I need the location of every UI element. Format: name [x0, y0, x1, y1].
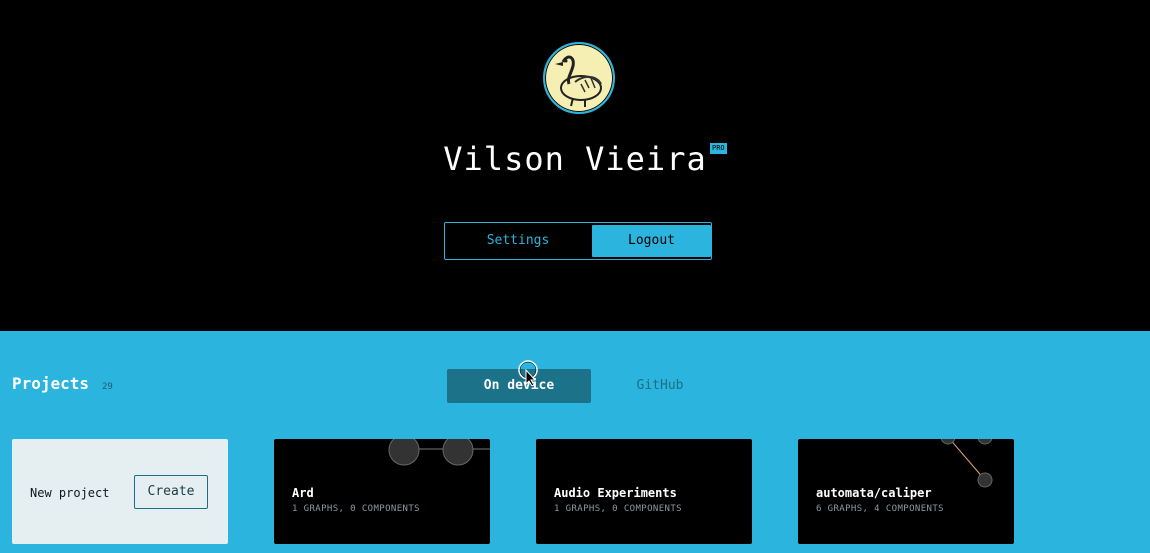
project-card-audio-experiments[interactable]: Audio Experiments 1 GRAPHS, 0 COMPONENTS — [536, 439, 752, 544]
profile-header: Vilson Vieira PRO Settings Logout — [0, 0, 1150, 331]
account-button-group: Settings Logout — [444, 222, 712, 260]
tab-github[interactable]: GitHub — [600, 369, 720, 403]
project-title: Audio Experiments — [554, 486, 677, 500]
project-title: automata/caliper — [816, 486, 932, 500]
pro-badge: PRO — [710, 143, 727, 154]
logout-button[interactable]: Logout — [592, 225, 711, 257]
projects-count: 29 — [102, 382, 113, 392]
project-card-ard[interactable]: Ard 1 GRAPHS, 0 COMPONENTS — [274, 439, 490, 544]
project-subtitle: 6 GRAPHS, 4 COMPONENTS — [816, 504, 945, 514]
project-subtitle: 1 GRAPHS, 0 COMPONENTS — [292, 504, 421, 514]
new-project-label: New project — [30, 486, 110, 500]
project-card-automata-caliper[interactable]: automata/caliper 6 GRAPHS, 4 COMPONENTS — [798, 439, 1014, 544]
project-title: Ard — [292, 486, 314, 500]
settings-button[interactable]: Settings — [447, 225, 589, 257]
create-project-button[interactable]: Create — [134, 475, 208, 509]
bird-avatar-icon — [543, 42, 615, 114]
mouse-cursor-icon — [518, 360, 538, 386]
new-project-card: New project Create — [12, 439, 228, 544]
projects-section: Projects 29 On device GitHub New project… — [0, 331, 1150, 553]
project-subtitle: 1 GRAPHS, 0 COMPONENTS — [554, 504, 683, 514]
profile-name: Vilson Vieira — [443, 140, 707, 178]
projects-title: Projects — [12, 374, 90, 393]
